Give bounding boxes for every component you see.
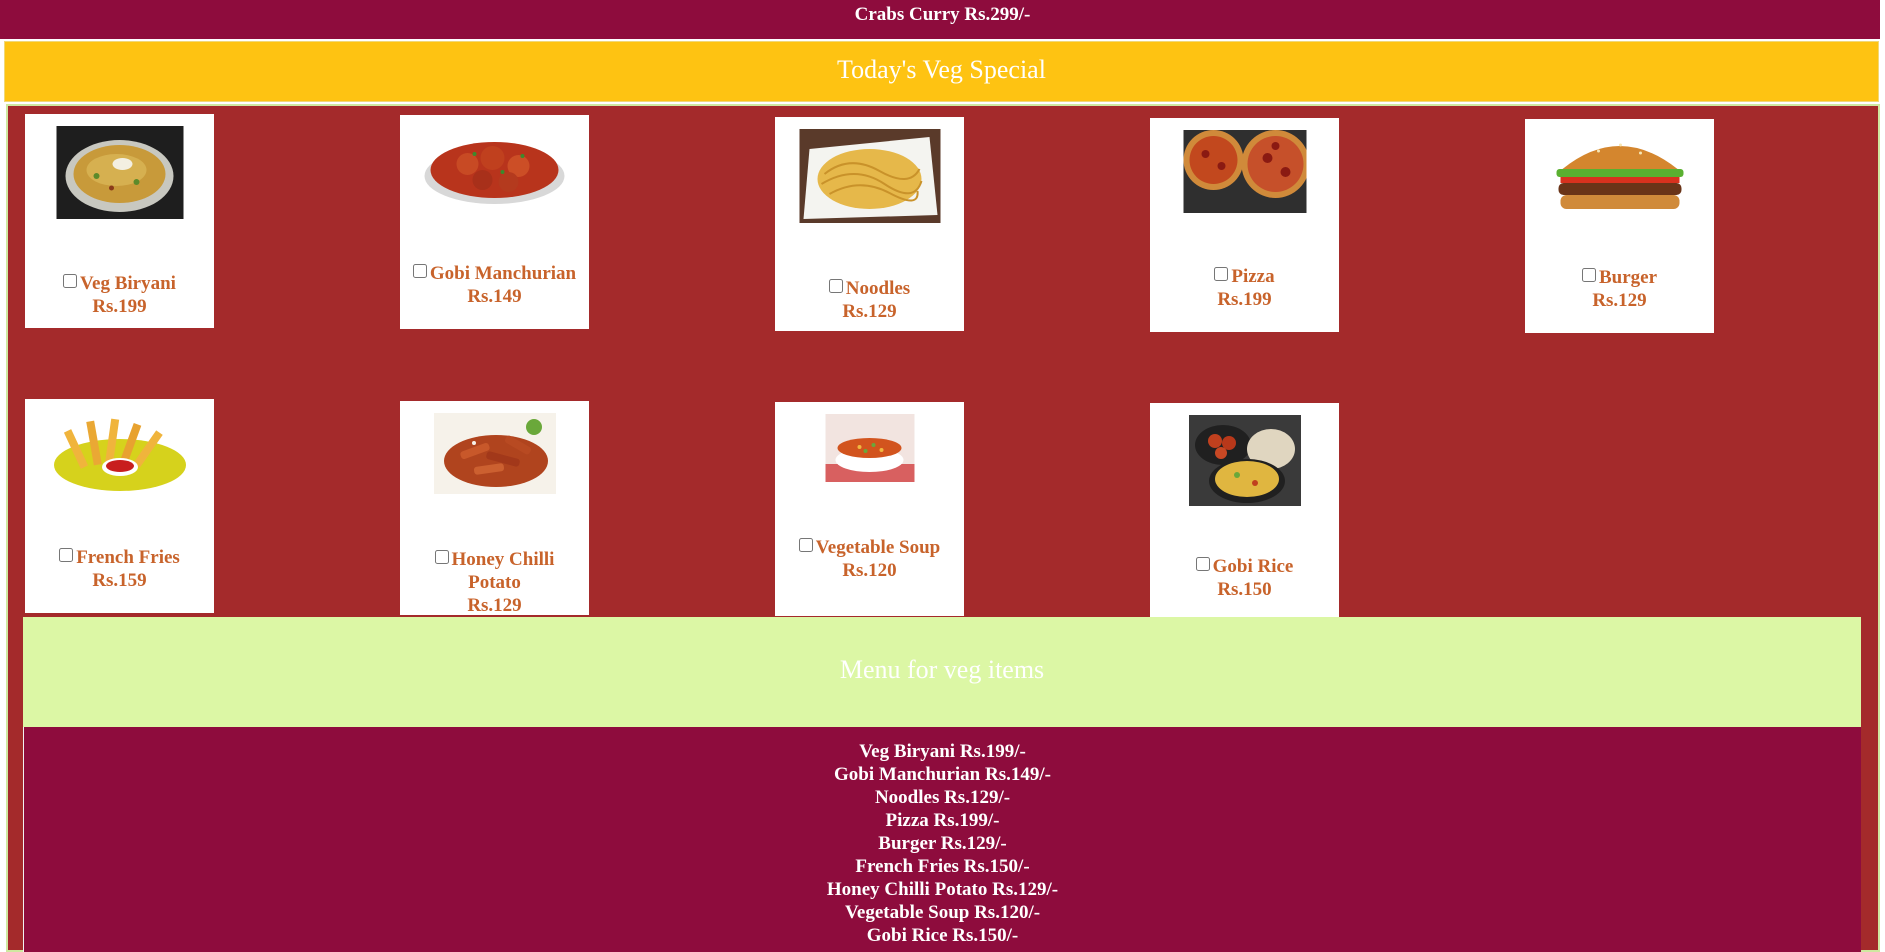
item-price: Rs.120 [842, 560, 897, 581]
menu-entry: French Fries Rs.150/- [855, 856, 1030, 877]
french-fries-image [51, 409, 188, 494]
menu-list: Veg Biryani Rs.199/- Gobi Manchurian Rs.… [23, 727, 1861, 952]
item-name: Veg Biryani [80, 273, 176, 294]
item-price: Rs.149 [467, 286, 522, 307]
item-price: Rs.129 [842, 301, 897, 322]
gobi-manchurian-image [422, 128, 567, 205]
top-banner: Crabs Curry Rs.299/- [0, 0, 1885, 39]
select-veg-biryani-checkbox[interactable] [63, 274, 78, 288]
item-name: Gobi Rice [1212, 556, 1294, 577]
honey-chilli-potato-image [433, 413, 556, 494]
item-price: Rs.199 [1217, 289, 1272, 310]
item-name: Gobi Manchurian [429, 263, 577, 284]
item-price: Rs.199 [92, 296, 147, 317]
select-gobi-rice-checkbox[interactable] [1195, 557, 1210, 571]
select-burger-checkbox[interactable] [1581, 268, 1596, 282]
veg-special-header: Today's Veg Special [4, 41, 1879, 102]
item-label: Honey Chilli Potato Rs.129 [400, 548, 589, 617]
item-label: Gobi Manchurian Rs.149 [400, 262, 589, 308]
item-card-french-fries: French Fries Rs.159 [25, 399, 214, 613]
select-vegetable-soup-checkbox[interactable] [798, 538, 813, 552]
item-label: Vegetable Soup Rs.120 [775, 536, 964, 582]
item-card-gobi-rice: Gobi Rice Rs.150 [1150, 403, 1339, 617]
item-label: French Fries Rs.159 [25, 546, 214, 592]
item-price: Rs.129 [1592, 290, 1647, 311]
item-price: Rs.150 [1217, 579, 1272, 600]
menu-entry: Gobi Rice Rs.150/- [866, 925, 1019, 946]
select-honey-chilli-potato-checkbox[interactable] [434, 550, 449, 564]
menu-entry: Pizza Rs.199/- [885, 810, 1000, 831]
item-name: Pizza [1231, 266, 1275, 287]
item-price: Rs.129 [467, 595, 522, 616]
top-banner-text: Crabs Curry Rs.299/- [854, 4, 1031, 25]
item-name: Vegetable Soup [815, 537, 941, 558]
gobi-rice-image [1188, 415, 1301, 506]
select-pizza-checkbox[interactable] [1214, 267, 1229, 281]
item-name: Burger [1598, 267, 1658, 288]
item-label: Burger Rs.129 [1525, 266, 1714, 312]
item-card-gobi-manchurian: Gobi Manchurian Rs.149 [400, 115, 589, 329]
page-edge [1880, 0, 1885, 952]
menu-entry: Honey Chilli Potato Rs.129/- [826, 879, 1059, 900]
pizza-image [1183, 130, 1306, 213]
noodles-image [799, 129, 940, 223]
menu-entry: Noodles Rs.129/- [874, 787, 1011, 808]
item-card-honey-chilli-potato: Honey Chilli Potato Rs.129 [400, 401, 589, 617]
vegetable-soup-image [825, 414, 914, 482]
item-label: Veg Biryani Rs.199 [25, 272, 214, 318]
item-price: Rs.159 [92, 570, 147, 591]
menu-entry: Veg Biryani Rs.199/- [859, 741, 1026, 762]
item-label: Gobi Rice Rs.150 [1150, 555, 1339, 601]
burger-image [1548, 131, 1691, 213]
menu-entry: Vegetable Soup Rs.120/- [844, 902, 1041, 923]
select-noodles-checkbox[interactable] [828, 279, 843, 293]
veg-biryani-image [56, 126, 183, 219]
item-card-burger: Burger Rs.129 [1525, 119, 1714, 333]
item-label: Pizza Rs.199 [1150, 265, 1339, 311]
select-gobi-manchurian-checkbox[interactable] [412, 264, 427, 278]
item-name: Honey Chilli Potato [451, 549, 555, 593]
item-name: Noodles [845, 278, 911, 299]
menu-entry: Gobi Manchurian Rs.149/- [834, 764, 1051, 785]
menu-header: Menu for veg items [23, 617, 1861, 727]
veg-special-title: Today's Veg Special [837, 55, 1046, 84]
item-name: French Fries [76, 547, 180, 568]
select-french-fries-checkbox[interactable] [59, 548, 74, 562]
menu-title: Menu for veg items [839, 655, 1045, 684]
item-card-pizza: Pizza Rs.199 [1150, 118, 1339, 332]
item-label: Noodles Rs.129 [775, 277, 964, 323]
item-card-noodles: Noodles Rs.129 [775, 117, 964, 331]
menu-entry: Burger Rs.129/- [878, 833, 1007, 854]
item-card-vegetable-soup: Vegetable Soup Rs.120 [775, 402, 964, 616]
item-card-veg-biryani: Veg Biryani Rs.199 [25, 114, 214, 328]
